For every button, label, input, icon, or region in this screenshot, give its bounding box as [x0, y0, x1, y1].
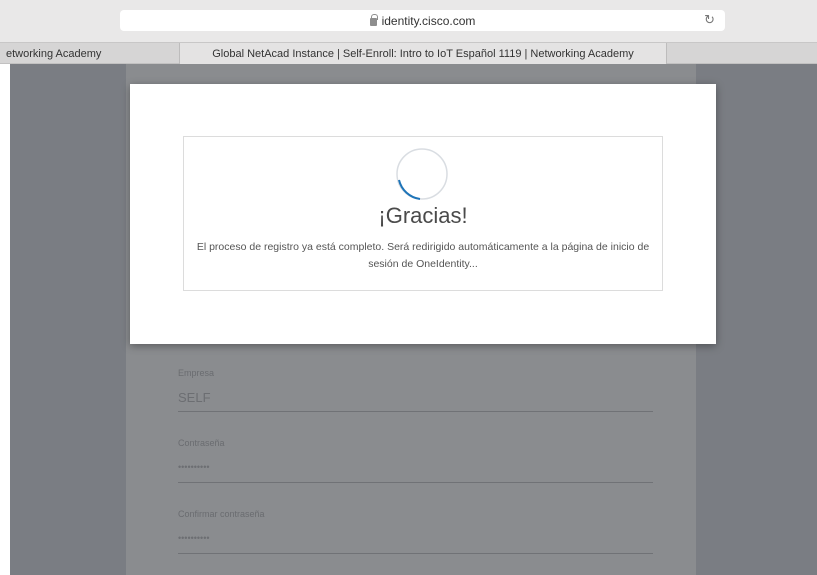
modal-title: ¡Gracias!: [378, 203, 468, 228]
field-divider: [178, 411, 653, 412]
tab-networking-academy[interactable]: etworking Academy: [0, 43, 180, 64]
address-bar[interactable]: identity.cisco.com ↻: [120, 10, 725, 31]
company-label: Empresa: [178, 368, 215, 378]
confirm-password-label: Confirmar contraseña: [178, 509, 265, 519]
field-divider: [178, 482, 653, 483]
reload-icon[interactable]: ↻: [704, 12, 715, 28]
success-modal: ¡Gracias! El proceso de registro ya está…: [130, 84, 716, 344]
tab-strip: etworking Academy Global NetAcad Instanc…: [0, 42, 817, 64]
success-panel: ¡Gracias! El proceso de registro ya está…: [183, 136, 663, 291]
modal-message: El proceso de registro ya está completo.…: [196, 241, 650, 270]
tab-global-netacad[interactable]: Global NetAcad Instance | Self-Enroll: I…: [180, 43, 667, 64]
password-field[interactable]: ••••••••••: [178, 462, 210, 472]
loading-spinner-icon: [396, 148, 448, 200]
confirm-password-field[interactable]: ••••••••••: [178, 533, 210, 543]
page-viewport: Empresa SELF Contraseña •••••••••• Confi…: [10, 64, 817, 575]
company-field[interactable]: SELF: [178, 390, 211, 405]
lock-icon: [369, 13, 378, 26]
browser-toolbar: identity.cisco.com ↻: [0, 0, 817, 42]
url-text: identity.cisco.com: [381, 13, 476, 28]
left-frame: [0, 64, 10, 575]
password-label: Contraseña: [178, 438, 225, 448]
field-divider: [178, 553, 653, 554]
